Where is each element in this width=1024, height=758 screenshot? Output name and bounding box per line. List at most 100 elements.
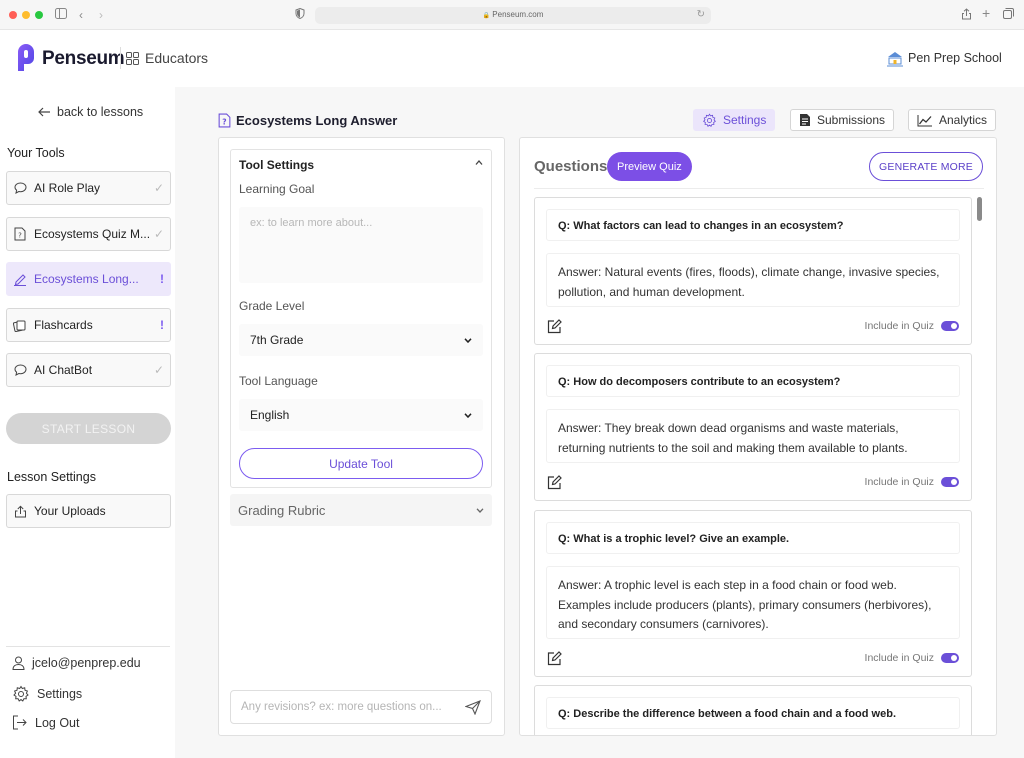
sidebar-item-ai-chatbot[interactable]: AI ChatBot ✓: [6, 353, 171, 387]
include-toggle[interactable]: [941, 653, 959, 663]
grid-icon: [126, 52, 139, 65]
sidebar-item-flashcards[interactable]: Flashcards !: [6, 308, 171, 342]
maximize-window-button[interactable]: [35, 11, 43, 19]
privacy-shield-icon[interactable]: [295, 7, 305, 22]
tab-settings[interactable]: Settings: [693, 109, 776, 131]
chat-bubble-icon: [13, 363, 27, 377]
page-title: ? Ecosystems Long Answer: [218, 113, 397, 128]
school-name[interactable]: Pen Prep School: [908, 51, 1002, 65]
generate-more-button[interactable]: GENERATE MORE: [869, 152, 983, 181]
completed-check-icon: ✓: [153, 181, 164, 195]
attention-icon: !: [160, 318, 164, 332]
user-account-item[interactable]: jcelo@penprep.edu: [12, 656, 141, 670]
svg-text:?: ?: [222, 117, 226, 126]
edit-icon[interactable]: [547, 319, 562, 334]
lock-icon: 🔒: [482, 13, 491, 19]
brand-name[interactable]: Penseum: [42, 48, 125, 70]
edit-icon[interactable]: [547, 475, 562, 490]
scrollbar-thumb[interactable]: [977, 197, 982, 221]
address-bar[interactable]: 🔒 Penseum.com ↻: [315, 7, 711, 24]
revision-input[interactable]: Any revisions? ex: more questions on...: [230, 690, 492, 724]
include-in-quiz-control: Include in Quiz: [865, 320, 959, 332]
sidebar-divider: [6, 646, 170, 647]
include-toggle[interactable]: [941, 321, 959, 331]
grading-rubric-section[interactable]: Grading Rubric: [230, 494, 492, 526]
question-text[interactable]: Q: Describe the difference between a foo…: [546, 697, 960, 729]
question-card: Q: What factors can lead to changes in a…: [534, 197, 972, 345]
your-uploads-button[interactable]: Your Uploads: [6, 494, 171, 528]
tool-language-select[interactable]: English: [239, 399, 483, 431]
include-in-quiz-control: Include in Quiz: [865, 476, 959, 488]
chevron-down-icon: [464, 337, 472, 343]
logout-icon: [13, 715, 27, 730]
grade-level-label: Grade Level: [239, 299, 305, 313]
share-icon[interactable]: [961, 8, 972, 23]
settings-panel: Tool Settings Learning Goal ex: to learn…: [218, 137, 505, 736]
cards-icon: [13, 318, 27, 332]
tab-analytics[interactable]: Analytics: [908, 109, 997, 131]
sidebar-item-ecosystems-quiz[interactable]: ? Ecosystems Quiz M... ✓: [6, 217, 171, 251]
your-tools-heading: Your Tools: [7, 146, 65, 160]
answer-text[interactable]: Answer: Natural events (fires, floods), …: [546, 253, 960, 307]
chat-bubble-icon: [13, 181, 27, 195]
sidebar: back to lessons Your Tools AI Role Play …: [0, 87, 175, 758]
tab-overview-icon[interactable]: [1003, 8, 1014, 22]
question-card: Q: Describe the difference between a foo…: [534, 685, 972, 735]
questions-heading: Questions: [534, 158, 608, 175]
attention-icon: !: [160, 272, 164, 286]
chart-line-icon: [917, 114, 932, 126]
completed-check-icon: ✓: [153, 227, 164, 241]
sidebar-item-ai-role-play[interactable]: AI Role Play ✓: [6, 171, 171, 205]
answer-text[interactable]: Answer: A trophic level is each step in …: [546, 566, 960, 639]
back-arrow-icon[interactable]: ‹: [79, 8, 83, 22]
url-text: 🔒 Penseum.com: [482, 10, 544, 19]
chevron-down-icon: [476, 507, 484, 513]
close-window-button[interactable]: [9, 11, 17, 19]
penseum-logo-icon[interactable]: [17, 44, 39, 72]
svg-text:?: ?: [18, 232, 22, 240]
send-icon[interactable]: [465, 699, 481, 715]
question-text[interactable]: Q: What factors can lead to changes in a…: [546, 209, 960, 241]
start-lesson-button[interactable]: START LESSON: [6, 413, 171, 444]
document-icon: [800, 114, 810, 126]
app-header: Penseum Educators Pen Prep School: [0, 31, 1024, 87]
sidebar-toggle-icon[interactable]: [55, 8, 67, 22]
grade-level-select[interactable]: 7th Grade: [239, 324, 483, 356]
preview-quiz-button[interactable]: Preview Quiz: [607, 152, 692, 181]
tool-settings-heading[interactable]: Tool Settings: [239, 158, 314, 172]
pen-write-icon: [13, 272, 27, 286]
user-icon: [12, 656, 25, 670]
chevron-up-icon[interactable]: [475, 157, 483, 168]
browser-toolbar: ‹ › 🔒 Penseum.com ↻ +: [0, 0, 1024, 30]
forward-arrow-icon[interactable]: ›: [99, 8, 103, 22]
question-text[interactable]: Q: How do decomposers contribute to an e…: [546, 365, 960, 397]
section-label[interactable]: Educators: [145, 50, 208, 66]
quiz-doc-icon: ?: [13, 227, 27, 241]
reload-icon[interactable]: ↻: [697, 9, 705, 20]
arrow-left-icon: [38, 107, 50, 117]
question-card: Q: How do decomposers contribute to an e…: [534, 353, 972, 501]
completed-check-icon: ✓: [153, 363, 164, 377]
include-in-quiz-control: Include in Quiz: [865, 652, 959, 664]
new-tab-icon[interactable]: +: [982, 6, 990, 20]
header-divider: [120, 47, 121, 69]
chevron-down-icon: [464, 412, 472, 418]
answer-text[interactable]: Answer: They break down dead organisms a…: [546, 409, 960, 463]
tab-submissions[interactable]: Submissions: [790, 109, 895, 131]
edit-icon[interactable]: [547, 651, 562, 666]
main-content: ? Ecosystems Long Answer Settings Submis…: [175, 87, 1024, 758]
school-logo-icon: [887, 52, 903, 67]
question-card: Q: What is a trophic level? Give an exam…: [534, 510, 972, 677]
learning-goal-label: Learning Goal: [239, 182, 315, 196]
settings-link[interactable]: Settings: [12, 685, 82, 703]
include-toggle[interactable]: [941, 477, 959, 487]
minimize-window-button[interactable]: [22, 11, 30, 19]
update-tool-button[interactable]: Update Tool: [239, 448, 483, 479]
log-out-link[interactable]: Log Out: [12, 715, 79, 730]
learning-goal-input[interactable]: ex: to learn more about...: [239, 207, 483, 283]
lesson-settings-heading: Lesson Settings: [7, 470, 96, 484]
back-to-lessons-link[interactable]: back to lessons: [38, 105, 143, 119]
tool-language-label: Tool Language: [239, 374, 318, 388]
sidebar-item-ecosystems-long-answer[interactable]: Ecosystems Long... !: [6, 262, 171, 296]
question-text[interactable]: Q: What is a trophic level? Give an exam…: [546, 522, 960, 554]
